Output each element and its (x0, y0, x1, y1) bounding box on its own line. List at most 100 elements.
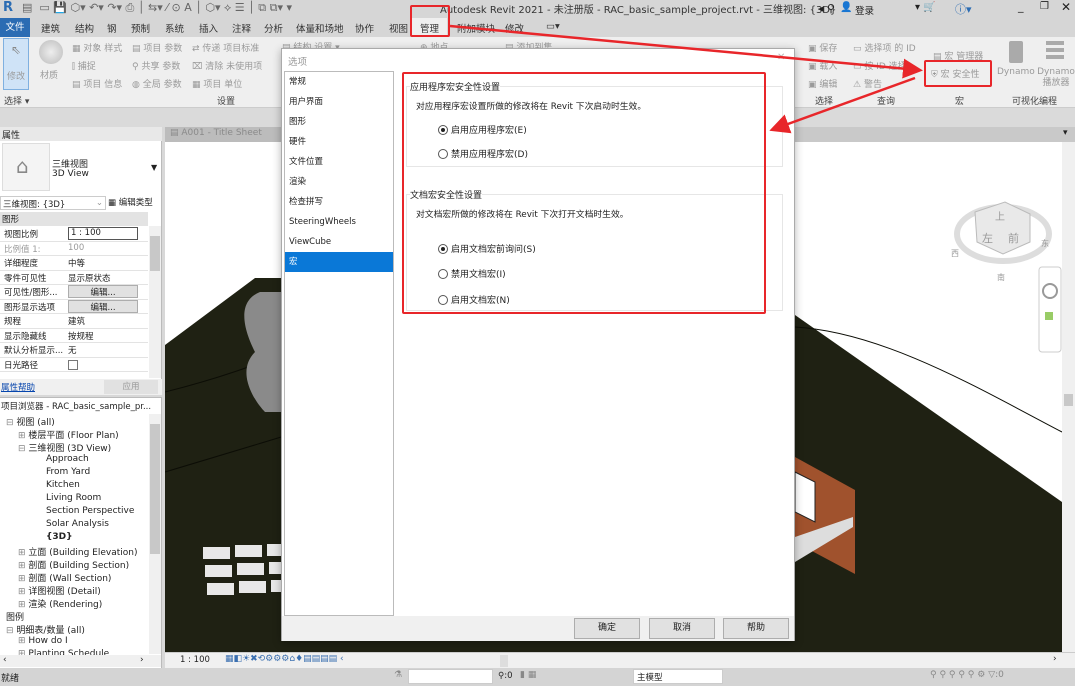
sun-path-checkbox[interactable] (68, 359, 78, 370)
close-button[interactable]: ✕ (1061, 0, 1071, 14)
properties-scrollbar[interactable] (149, 226, 161, 378)
tab-add-ins[interactable]: 附加模块 (457, 21, 495, 35)
tree-toggle-icon[interactable]: ⊟ (6, 418, 16, 428)
workset-dropdown[interactable] (408, 669, 493, 684)
dialog-close-button[interactable]: ✕ (777, 52, 785, 63)
browser-item[interactable]: ⊞ 立面 (Building Elevation) (18, 545, 137, 558)
horizontal-scroll-thumb[interactable] (500, 655, 508, 667)
purge-unused-button[interactable]: ⌧ 清除 未使用项 (192, 59, 262, 72)
type-selector[interactable]: 三维视图 3D View ▼ (52, 143, 160, 191)
browser-item[interactable]: Approach (46, 454, 89, 464)
browser-item[interactable]: ⊞ 剖面 (Wall Section) (18, 571, 111, 584)
tree-toggle-icon[interactable]: ⊞ (18, 600, 28, 610)
select-by-id-button[interactable]: ▭ 按 ID 选择 (853, 59, 907, 72)
browser-item[interactable]: ⊞ 详图视图 (Detail) (18, 584, 101, 597)
help-icon[interactable]: ⓘ▾ (955, 1, 972, 17)
browser-hscrollbar[interactable]: ‹ › (0, 655, 161, 667)
tab-file[interactable]: 文件 (0, 18, 30, 37)
properties-help-link[interactable]: 属性帮助 (1, 381, 35, 393)
tree-toggle-icon[interactable]: ⊟ (18, 444, 28, 454)
design-option-dropdown[interactable]: 主模型 (633, 669, 723, 684)
ok-button[interactable]: 确定 (574, 618, 640, 639)
browser-item[interactable]: ⊟ 视图 (all) (6, 415, 55, 428)
material-button[interactable]: 材质 (34, 38, 68, 90)
tab-analyze[interactable]: 分析 (264, 21, 283, 35)
tab-systems[interactable]: 系统 (165, 21, 184, 35)
browser-item[interactable]: ⊟ 三维视图 (3D View) (18, 441, 111, 454)
tab-view[interactable]: 视图 (389, 21, 408, 35)
cart-icon[interactable]: ▾ 🛒 (915, 2, 936, 13)
dynamo-player-button[interactable]: Dynamo 播放器 (1036, 39, 1075, 89)
tab-modify[interactable]: 修改 (505, 21, 524, 35)
options-nav-item[interactable]: 用户界面 (285, 92, 393, 112)
transfer-standards-button[interactable]: ⇄ 传递 项目标准 (192, 41, 259, 54)
project-units-button[interactable]: ▦ 项目 单位 (192, 77, 242, 90)
binoculars-icon[interactable]: ◂ ⚲ (818, 2, 835, 15)
browser-item[interactable]: 图例 (6, 610, 24, 623)
tab-insert[interactable]: 插入 (199, 21, 218, 35)
project-parameters-button[interactable]: ▤ 项目 参数 (132, 41, 182, 54)
minimize-button[interactable]: _ (1018, 0, 1024, 13)
view-instance-selector[interactable]: 三维视图: {3D} ⌄ (0, 196, 106, 210)
warnings-button[interactable]: ⚠ 警告 (853, 77, 882, 90)
dynamo-button[interactable]: Dynamo (997, 39, 1035, 89)
project-info-button[interactable]: ▤ 项目 信息 (72, 77, 122, 90)
options-nav-item[interactable]: ViewCube (285, 232, 393, 252)
options-nav-item[interactable]: SteeringWheels (285, 212, 393, 232)
browser-item[interactable]: Living Room (46, 493, 101, 503)
options-nav-item[interactable]: 常规 (285, 72, 393, 92)
select-group-label[interactable]: 选择 ▾ (4, 94, 29, 107)
edit-selection-button[interactable]: ▣ 编辑 (808, 77, 837, 90)
browser-item[interactable]: From Yard (46, 467, 90, 477)
tree-toggle-icon[interactable]: ⊞ (18, 548, 28, 558)
options-nav-item[interactable]: 文件位置 (285, 152, 393, 172)
shared-parameters-button[interactable]: ⚲ 共享 参数 (132, 59, 180, 72)
edit-type-button[interactable]: ▦ 编辑类型 (108, 196, 153, 208)
object-styles-button[interactable]: ▦ 对象 样式 (72, 41, 122, 54)
tab-collaborate[interactable]: 协作 (355, 21, 374, 35)
view-tab-title-sheet[interactable]: ▤ A001 - Title Sheet (165, 127, 283, 142)
tab-structure[interactable]: 结构 (75, 21, 94, 35)
edit-button[interactable]: 编辑... (68, 299, 138, 313)
sign-in-link[interactable]: 登录 (855, 3, 874, 17)
tab-annotate[interactable]: 注释 (232, 21, 251, 35)
revit-logo-icon[interactable]: R (3, 0, 13, 15)
browser-item[interactable]: Section Perspective (46, 506, 134, 516)
apply-button[interactable]: 应用 (104, 380, 158, 394)
options-nav-item[interactable]: 图形 (285, 112, 393, 132)
browser-scrollbar[interactable] (149, 414, 161, 654)
snaps-button[interactable]: ⫿ 捕捉 (72, 59, 96, 72)
options-nav-item[interactable]: 渲染 (285, 172, 393, 192)
tree-toggle-icon[interactable]: ⊟ (6, 626, 16, 636)
property-value[interactable]: 1 : 100 (68, 227, 138, 240)
browser-item[interactable]: Kitchen (46, 480, 80, 490)
cancel-button[interactable]: 取消 (649, 618, 715, 639)
tree-toggle-icon[interactable]: ⊞ (18, 561, 28, 571)
global-parameters-button[interactable]: ◍ 全局 参数 (132, 77, 182, 90)
scroll-right-icon[interactable]: › (1053, 654, 1057, 664)
graphics-section-header[interactable]: 图形 (0, 212, 148, 226)
help-button[interactable]: 帮助 (723, 618, 789, 639)
tab-menu-icon[interactable]: ▾ (1063, 128, 1068, 138)
viewcube[interactable]: 上 左 前 西 东 南 (951, 201, 1052, 282)
navigation-bar[interactable] (1038, 266, 1062, 353)
tree-toggle-icon[interactable]: ⊞ (18, 587, 28, 597)
view-control-icons[interactable]: ▦◧☀✖⟲⚙⚙⚙⌂♦▤▤▤▤ ‹ (225, 654, 344, 664)
browser-item[interactable]: Solar Analysis (46, 519, 109, 529)
view-scale[interactable]: 1 : 100 (180, 655, 210, 665)
browser-item[interactable]: ⊞ 渲染 (Rendering) (18, 597, 102, 610)
edit-button[interactable]: 编辑... (68, 285, 138, 298)
browser-item[interactable]: ⊟ 明细表/数量 (all) (6, 623, 85, 636)
browser-item[interactable]: {3D} (46, 532, 73, 542)
tree-toggle-icon[interactable]: ⊞ (18, 431, 28, 441)
tab-massing-site[interactable]: 体量和场地 (296, 21, 344, 35)
browser-item[interactable]: ⊞ How do I (18, 636, 68, 646)
tab-precast[interactable]: 预制 (131, 21, 150, 35)
options-nav-item[interactable]: 硬件 (285, 132, 393, 152)
restore-button[interactable]: ❐ (1040, 1, 1049, 12)
tree-toggle-icon[interactable]: ⊞ (18, 574, 28, 584)
tree-toggle-icon[interactable]: ⊞ (18, 636, 28, 646)
panel-toggle-icon[interactable]: ▭▾ (546, 21, 560, 32)
save-selection-button[interactable]: ▣ 保存 (808, 41, 837, 54)
selection-filter-icons[interactable]: ⚲ ⚲ ⚲ ⚲ ⚲ ⚙ ▽:0 (930, 670, 1004, 680)
